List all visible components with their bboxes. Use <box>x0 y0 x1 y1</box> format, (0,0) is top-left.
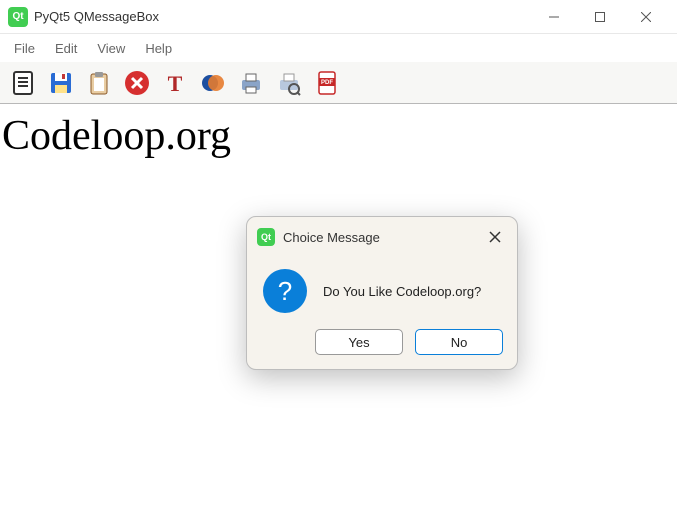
dialog-qt-icon: Qt <box>257 228 275 246</box>
close-button[interactable] <box>623 0 669 34</box>
color-icon[interactable] <box>196 66 230 100</box>
question-icon: ? <box>263 269 307 313</box>
menu-help[interactable]: Help <box>135 37 182 60</box>
print-preview-icon[interactable] <box>272 66 306 100</box>
print-icon[interactable] <box>234 66 268 100</box>
question-glyph: ? <box>278 276 292 307</box>
delete-icon[interactable] <box>120 66 154 100</box>
dialog-close-button[interactable] <box>483 225 507 249</box>
dialog-titlebar: Qt Choice Message <box>247 217 517 255</box>
dialog-message: Do You Like Codeloop.org? <box>323 284 481 299</box>
messagebox-dialog: Qt Choice Message ? Do You Like Codeloop… <box>246 216 518 370</box>
svg-text:PDF: PDF <box>321 80 333 86</box>
page-heading: Codeloop.org <box>2 112 673 160</box>
menu-file[interactable]: File <box>4 37 45 60</box>
new-doc-icon[interactable] <box>6 66 40 100</box>
app-qt-icon: Qt <box>8 7 28 27</box>
editor-area[interactable]: Codeloop.org <box>0 104 677 168</box>
menu-edit[interactable]: Edit <box>45 37 87 60</box>
text-style-icon[interactable]: T <box>158 66 192 100</box>
maximize-button[interactable] <box>577 0 623 34</box>
menu-view[interactable]: View <box>87 37 135 60</box>
no-button[interactable]: No <box>415 329 503 355</box>
dialog-body: ? Do You Like Codeloop.org? <box>247 255 517 319</box>
dialog-title: Choice Message <box>283 230 483 245</box>
export-pdf-icon[interactable]: PDF <box>310 66 344 100</box>
minimize-button[interactable] <box>531 0 577 34</box>
clipboard-icon[interactable] <box>82 66 116 100</box>
window-title: PyQt5 QMessageBox <box>34 9 159 24</box>
save-icon[interactable] <box>44 66 78 100</box>
titlebar: Qt PyQt5 QMessageBox <box>0 0 677 34</box>
yes-button[interactable]: Yes <box>315 329 403 355</box>
svg-text:T: T <box>168 71 183 96</box>
menubar: File Edit View Help <box>0 34 677 62</box>
toolbar: T PDF <box>0 62 677 104</box>
dialog-button-row: Yes No <box>247 319 517 369</box>
